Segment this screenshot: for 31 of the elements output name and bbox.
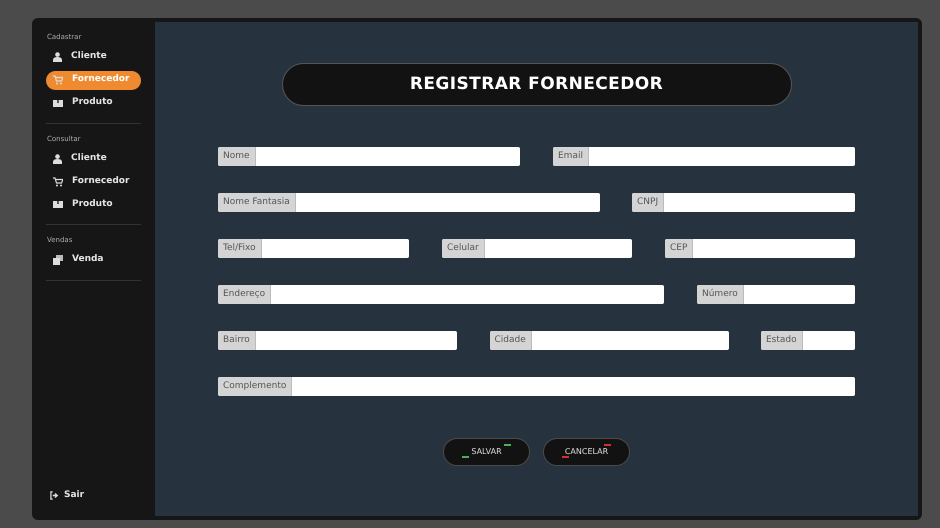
input-field[interactable]: Nome	[218, 147, 520, 166]
input-field[interactable]: Cidade	[490, 331, 728, 350]
input-field[interactable]: Tel/Fixo	[218, 239, 409, 258]
logout-icon	[50, 490, 59, 500]
box-icon	[53, 200, 63, 209]
user-icon	[53, 154, 62, 164]
stack-icon	[53, 255, 63, 265]
sidebar-item[interactable]: Fornecedor	[46, 172, 141, 191]
cart-icon	[53, 75, 63, 85]
sidebar-item[interactable]: Venda	[46, 250, 141, 270]
input-field[interactable]: Nome Fantasia	[218, 193, 600, 212]
logout-button[interactable]: Sair	[50, 488, 84, 502]
input-field[interactable]: Celular	[442, 239, 632, 258]
form-button[interactable]: SALVAR	[443, 438, 530, 466]
sidebar-item[interactable]: Produto	[46, 94, 141, 112]
form-button[interactable]: CANCELAR	[543, 438, 630, 466]
input-field[interactable]: Complemento	[218, 377, 855, 396]
input-field[interactable]: Número	[697, 285, 855, 304]
input-field[interactable]: Bairro	[218, 331, 457, 350]
input-field[interactable]: Estado	[761, 331, 855, 350]
cart-icon	[53, 176, 63, 186]
box-icon	[53, 98, 63, 108]
input-field[interactable]: Endereço	[218, 285, 664, 304]
sidebar-item[interactable]: Cliente	[46, 149, 141, 168]
input-field[interactable]: Email	[553, 147, 855, 166]
form-title: REGISTRAR FORNECEDOR	[282, 63, 792, 106]
user-icon	[53, 52, 62, 62]
sidebar-item[interactable]: Produto	[46, 195, 141, 214]
sidebar-item[interactable]: Cliente	[46, 48, 141, 66]
input-field[interactable]: CEP	[665, 239, 855, 258]
input-field[interactable]: CNPJ	[632, 193, 855, 212]
